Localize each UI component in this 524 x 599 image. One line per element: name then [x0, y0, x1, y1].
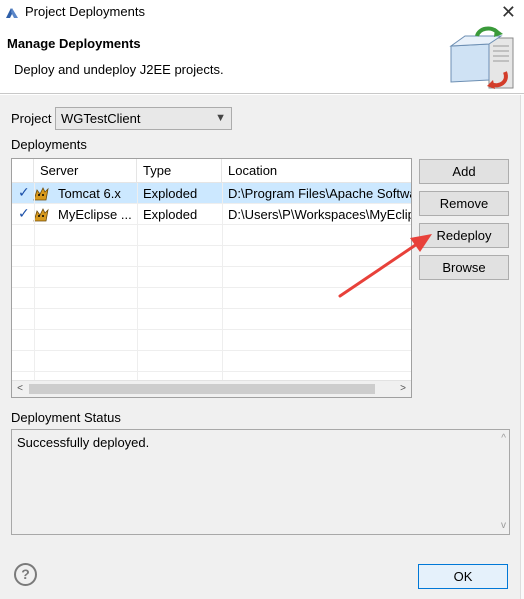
ok-button[interactable]: OK	[418, 564, 508, 589]
project-select[interactable]: WGTestClient ▼	[55, 107, 232, 130]
empty-row	[12, 288, 411, 309]
row-server: MyEclipse ...	[58, 207, 132, 222]
browse-button[interactable]: Browse	[419, 255, 509, 280]
remove-button[interactable]: Remove	[419, 191, 509, 216]
row-type: Exploded	[143, 207, 198, 222]
banner-description: Deploy and undeploy J2EE projects.	[14, 62, 224, 77]
scroll-left-icon[interactable]: <	[12, 382, 28, 396]
window-edge	[520, 95, 524, 599]
deploy-server-icon	[449, 26, 514, 89]
myeclipse-server-icon	[33, 208, 49, 222]
tomcat-server-icon	[33, 187, 49, 201]
column-divider	[34, 183, 35, 381]
column-header-check[interactable]	[12, 159, 34, 183]
empty-row	[12, 330, 411, 351]
empty-row	[12, 351, 411, 372]
row-server: Tomcat 6.x	[58, 186, 121, 201]
row-location: D:\Program Files\Apache Software	[228, 186, 411, 201]
check-icon: ✓	[18, 205, 30, 221]
table-header: Server Type Location	[12, 159, 411, 183]
deployments-table[interactable]: Server Type Location ✓ Tomcat 6.x Explod…	[11, 158, 412, 398]
table-row[interactable]: ✓ MyEclipse ... Exploded D:\Users\P\Work…	[12, 204, 411, 225]
scroll-right-icon[interactable]: >	[395, 382, 411, 396]
deployment-status-label: Deployment Status	[11, 410, 121, 425]
scroll-down-icon[interactable]: v	[501, 520, 506, 531]
redeploy-button[interactable]: Redeploy	[419, 223, 509, 248]
myeclipse-app-icon	[6, 8, 18, 18]
column-header-location[interactable]: Location	[222, 159, 411, 183]
column-header-type[interactable]: Type	[137, 159, 222, 183]
dialog-content: Project WGTestClient ▼ Deployments Serve…	[0, 95, 524, 599]
table-row[interactable]: ✓ Tomcat 6.x Exploded D:\Program Files\A…	[12, 183, 411, 204]
empty-row	[12, 225, 411, 246]
check-icon: ✓	[18, 184, 30, 200]
empty-row	[12, 246, 411, 267]
column-divider	[137, 183, 138, 381]
project-select-value: WGTestClient	[61, 111, 141, 126]
column-divider	[222, 183, 223, 381]
deployment-status-box[interactable]: Successfully deployed. ^ v	[11, 429, 510, 535]
horizontal-scrollbar[interactable]: < >	[12, 380, 411, 397]
title-bar: Project Deployments ✕	[0, 0, 524, 26]
scroll-thumb[interactable]	[29, 384, 375, 394]
close-icon[interactable]: ✕	[501, 2, 516, 22]
scroll-up-icon[interactable]: ^	[501, 433, 506, 444]
dialog-banner: Manage Deployments Deploy and undeploy J…	[0, 26, 524, 94]
row-type: Exploded	[143, 186, 198, 201]
deployments-label: Deployments	[11, 137, 87, 152]
add-button[interactable]: Add	[419, 159, 509, 184]
window-title: Project Deployments	[25, 4, 145, 19]
empty-row	[12, 309, 411, 330]
deployment-status-text: Successfully deployed.	[17, 435, 150, 450]
row-location: D:\Users\P\Workspaces\MyEclipse	[228, 207, 411, 222]
column-header-server[interactable]: Server	[34, 159, 137, 183]
help-icon[interactable]: ?	[14, 563, 37, 586]
banner-title: Manage Deployments	[7, 36, 141, 51]
project-label: Project	[11, 111, 52, 126]
chevron-down-icon: ▼	[215, 112, 226, 124]
empty-row	[12, 267, 411, 288]
